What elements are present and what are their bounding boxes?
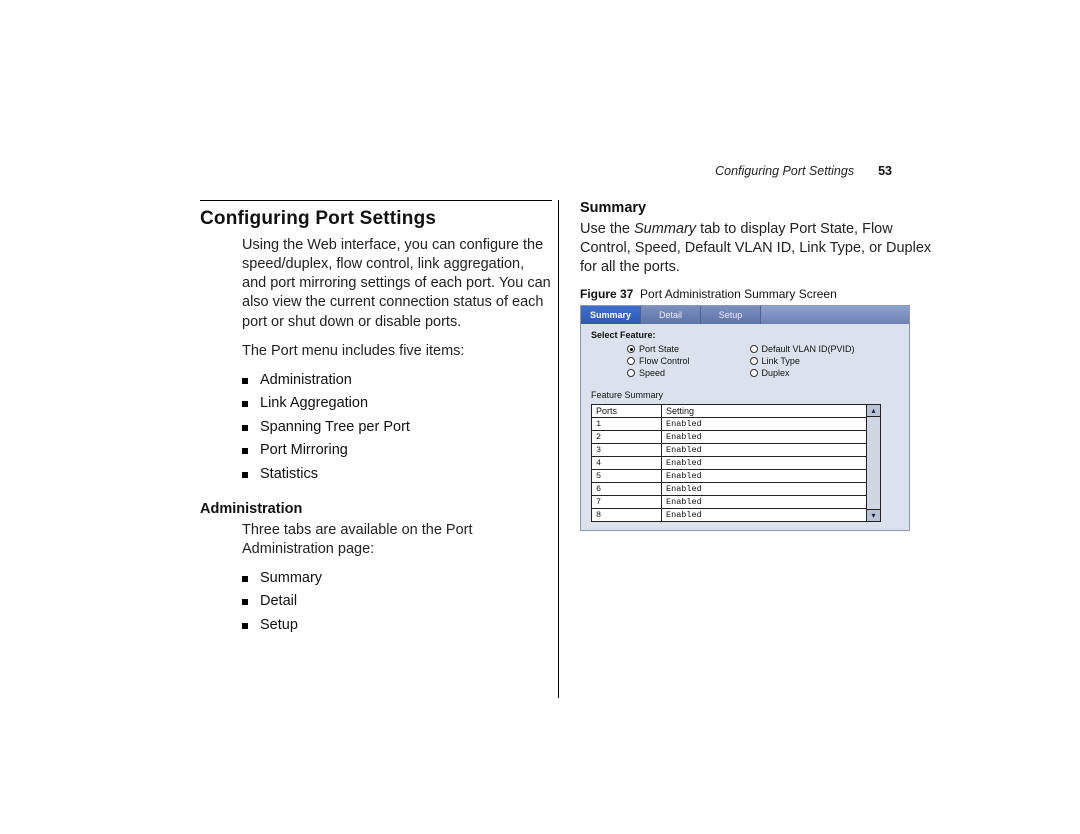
subheading-administration: Administration	[200, 501, 552, 517]
table-row: 5Enabled	[592, 470, 867, 483]
list-item: Statistics	[242, 465, 552, 485]
td-setting: Enabled	[662, 457, 867, 470]
radio-icon	[750, 369, 758, 377]
tab-bar: Summary Detail Setup	[581, 306, 909, 324]
td-setting: Enabled	[662, 509, 867, 522]
radio-default-vlan[interactable]: Default VLAN ID(PVID)	[750, 344, 855, 354]
scrollbar[interactable]: ▴ ▾	[867, 404, 881, 522]
feature-summary-label: Feature Summary	[591, 390, 909, 400]
radio-icon	[750, 345, 758, 353]
table-row: 8Enabled	[592, 509, 867, 522]
radio-icon	[627, 345, 635, 353]
radio-col-right: Default VLAN ID(PVID) Link Type Duplex	[750, 344, 855, 378]
radio-port-state[interactable]: Port State	[627, 344, 690, 354]
list-item: Summary	[242, 569, 552, 589]
scroll-up-icon[interactable]: ▴	[867, 405, 880, 417]
radio-label: Port State	[639, 344, 679, 354]
td-setting: Enabled	[662, 496, 867, 509]
radio-label: Speed	[639, 368, 665, 378]
figure-label: Figure 37	[580, 287, 633, 301]
td-setting: Enabled	[662, 470, 867, 483]
screenshot-panel: Summary Detail Setup Select Feature: Por…	[580, 305, 910, 531]
td-setting: Enabled	[662, 444, 867, 457]
tab-setup[interactable]: Setup	[701, 306, 761, 324]
td-port: 7	[592, 496, 662, 509]
td-port: 5	[592, 470, 662, 483]
td-setting: Enabled	[662, 418, 867, 431]
table-row: 6Enabled	[592, 483, 867, 496]
radio-link-type[interactable]: Link Type	[750, 356, 855, 366]
table-row: 2Enabled	[592, 431, 867, 444]
td-port: 2	[592, 431, 662, 444]
list-item: Port Mirroring	[242, 441, 552, 461]
table-row: 4Enabled	[592, 457, 867, 470]
text: Use the	[580, 221, 634, 237]
radio-col-left: Port State Flow Control Speed	[627, 344, 690, 378]
td-port: 8	[592, 509, 662, 522]
port-menu-list: Administration Link Aggregation Spanning…	[242, 371, 552, 485]
list-item: Administration	[242, 371, 552, 391]
select-feature-panel: Select Feature: Port State Flow Control …	[581, 324, 909, 380]
page: Configuring Port Settings 53 Configuring…	[0, 0, 1080, 834]
page-number: 53	[878, 164, 892, 178]
th-ports: Ports	[592, 405, 662, 418]
table-header-row: Ports Setting	[592, 405, 867, 418]
list-item: Link Aggregation	[242, 394, 552, 414]
column-divider	[558, 200, 559, 698]
table-row: 7Enabled	[592, 496, 867, 509]
td-setting: Enabled	[662, 431, 867, 444]
table-row: 3Enabled	[592, 444, 867, 457]
td-port: 3	[592, 444, 662, 457]
td-setting: Enabled	[662, 483, 867, 496]
list-item: Spanning Tree per Port	[242, 418, 552, 438]
tab-detail[interactable]: Detail	[641, 306, 701, 324]
table-row: 1Enabled	[592, 418, 867, 431]
admin-body: Three tabs are available on the Port Adm…	[242, 521, 552, 636]
section-heading: Configuring Port Settings	[200, 208, 552, 230]
summary-paragraph: Use the Summary tab to display Port Stat…	[580, 220, 932, 277]
select-feature-label: Select Feature:	[591, 330, 899, 340]
th-setting: Setting	[662, 405, 867, 418]
figure-title: Port Administration Summary Screen	[640, 287, 837, 301]
ports-table: Ports Setting 1Enabled 2Enabled 3Enabled…	[591, 404, 867, 522]
figure-caption: Figure 37 Port Administration Summary Sc…	[580, 287, 932, 301]
radio-icon	[750, 357, 758, 365]
radio-label: Link Type	[762, 356, 800, 366]
subheading-summary: Summary	[580, 200, 932, 216]
td-port: 1	[592, 418, 662, 431]
admin-lead: Three tabs are available on the Port Adm…	[242, 521, 552, 559]
table-wrap: Ports Setting 1Enabled 2Enabled 3Enabled…	[591, 404, 899, 522]
td-port: 4	[592, 457, 662, 470]
list-item: Setup	[242, 616, 552, 636]
radio-icon	[627, 369, 635, 377]
scroll-down-icon[interactable]: ▾	[867, 509, 880, 521]
tab-summary[interactable]: Summary	[581, 306, 641, 324]
tab-spacer	[761, 306, 909, 324]
left-body: Using the Web interface, you can configu…	[242, 236, 552, 485]
admin-tabs-list: Summary Detail Setup	[242, 569, 552, 636]
radio-label: Duplex	[762, 368, 790, 378]
em-summary: Summary	[634, 221, 696, 237]
radio-label: Flow Control	[639, 356, 690, 366]
td-port: 6	[592, 483, 662, 496]
radio-groups: Port State Flow Control Speed Default VL…	[591, 344, 899, 378]
radio-duplex[interactable]: Duplex	[750, 368, 855, 378]
left-column: Configuring Port Settings Using the Web …	[200, 200, 552, 646]
radio-label: Default VLAN ID(PVID)	[762, 344, 855, 354]
intro-paragraph: Using the Web interface, you can configu…	[242, 236, 552, 332]
running-title: Configuring Port Settings	[715, 164, 854, 178]
menu-lead: The Port menu includes five items:	[242, 342, 552, 361]
radio-speed[interactable]: Speed	[627, 368, 690, 378]
list-item: Detail	[242, 592, 552, 612]
radio-flow-control[interactable]: Flow Control	[627, 356, 690, 366]
right-column: Summary Use the Summary tab to display P…	[580, 200, 932, 531]
running-header: Configuring Port Settings 53	[715, 164, 892, 178]
radio-icon	[627, 357, 635, 365]
